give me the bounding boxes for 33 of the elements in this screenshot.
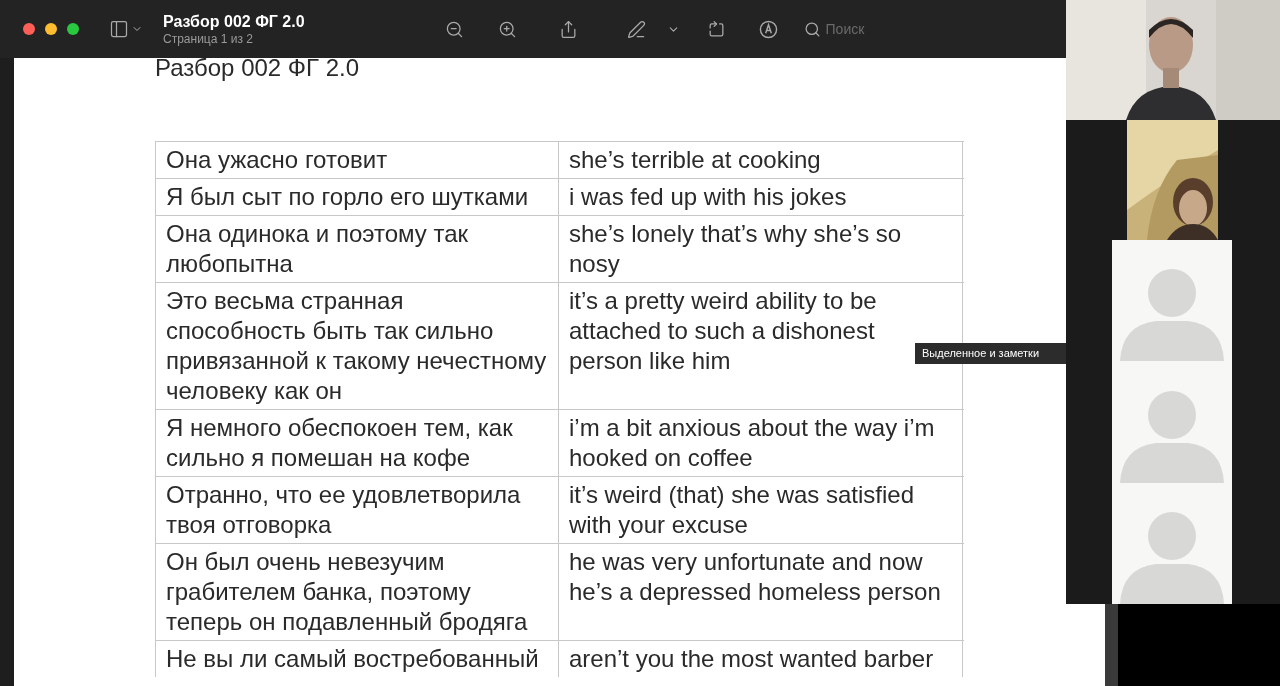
table-cell: i was fed up with his jokes: [559, 179, 963, 215]
pen-circle-icon: [758, 19, 778, 39]
search-icon: [803, 20, 821, 38]
search-field[interactable]: Поиск: [825, 18, 976, 40]
avatar-icon: [1120, 390, 1224, 483]
avatar-icon: [1120, 269, 1224, 362]
table-cell: Не вы ли самый востребованный: [155, 641, 559, 677]
zoom-out-button[interactable]: [444, 19, 464, 39]
sidebar-icon: [109, 19, 129, 39]
markup-button[interactable]: [758, 19, 778, 39]
zoom-out-icon: [444, 19, 464, 39]
document-title: Разбор 002 ФГ 2.0: [155, 58, 361, 82]
page-indicator: Страница 1 из 2: [163, 31, 254, 47]
highlight-button[interactable]: [626, 19, 646, 39]
table-cell: Я был сыт по горло его шутками: [155, 179, 559, 215]
zoom-button[interactable]: [67, 23, 79, 35]
zoom-in-icon: [497, 19, 517, 39]
close-button[interactable]: [23, 23, 35, 35]
table-cell: Это весьма странная способность быть так сильно привязанной к такому нечестному человеку как он: [155, 283, 559, 409]
table-cell: he was very unfortunate and now he’s a depressed homeless person: [559, 544, 963, 640]
table-cell: aren’t you the most wanted barber: [559, 641, 963, 677]
minimize-button[interactable]: [45, 23, 57, 35]
pen-icon: [626, 19, 646, 39]
table-cell: Он был очень невезучим грабителем банка, поэтому теперь он подавленный бродяга: [155, 544, 559, 640]
avatar-icon: [1120, 512, 1224, 604]
window-title: Разбор 002 ФГ 2.0: [163, 11, 305, 32]
table-cell: she’s terrible at cooking: [559, 142, 963, 178]
zoom-in-button[interactable]: [497, 19, 517, 39]
table-cell: Она ужасно готовит: [155, 142, 559, 178]
table-cell: Она одинока и поэтому так любопытна: [155, 216, 559, 282]
table-cell: Я немного обеспокоен тем, как сильно я помешан на кофе: [155, 410, 559, 476]
table-cell: Отранно, что ее удовлетворила твоя отговорка: [155, 477, 559, 543]
sidebar-button[interactable]: [109, 19, 143, 39]
